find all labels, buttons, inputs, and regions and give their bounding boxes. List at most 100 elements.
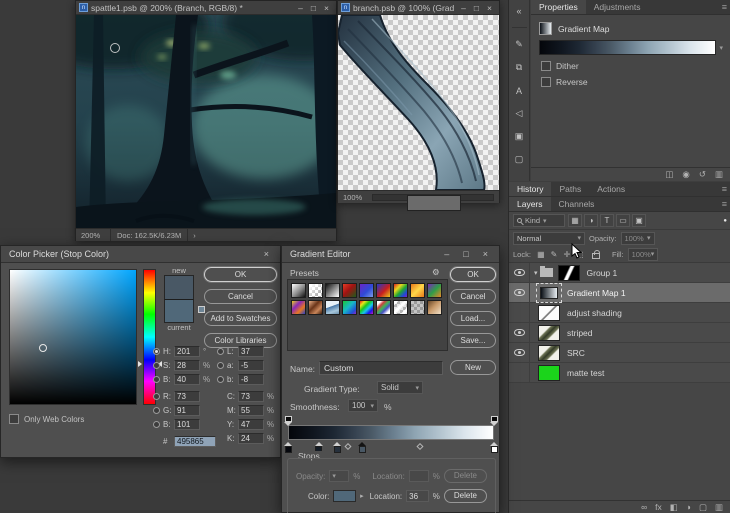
gradient-preset-spectrum-diagonal[interactable] [393, 283, 408, 298]
filter-pixel-layers-icon[interactable]: ▦ [568, 214, 582, 227]
tab-channels[interactable]: Channels [551, 197, 603, 211]
gradient-preset-chrome[interactable] [325, 300, 340, 315]
maximize-icon[interactable]: □ [307, 3, 320, 13]
gradient-preview[interactable] [539, 40, 717, 55]
clip-to-layer-icon[interactable]: ◫ [665, 169, 673, 180]
group-mask-thumbnail[interactable] [557, 264, 580, 281]
lock-all-icon[interactable] [590, 248, 602, 260]
gradient-preset-black-to-white[interactable] [325, 283, 340, 298]
layer-thumbnail[interactable] [538, 324, 560, 341]
opacity-stop[interactable] [284, 416, 292, 426]
panel-menu-icon[interactable]: ≡ [718, 0, 730, 14]
gear-icon[interactable]: ⚙ [432, 267, 440, 278]
close-icon[interactable]: × [480, 249, 491, 259]
collapse-panels-icon[interactable]: « [511, 2, 528, 19]
layer-style-icon[interactable]: fx [655, 502, 662, 512]
field-radio[interactable] [153, 376, 160, 383]
field-value-input[interactable]: -8 [238, 374, 264, 385]
color-stop[interactable] [358, 442, 367, 453]
saturation-field[interactable] [9, 269, 137, 405]
field-radio[interactable] [153, 421, 160, 428]
field-value-input[interactable]: 101 [174, 419, 200, 430]
layer-thumbnail[interactable] [538, 304, 560, 321]
link-layers-icon[interactable]: ∞ [641, 502, 647, 512]
field-value-input[interactable]: -5 [238, 360, 264, 371]
field-radio[interactable] [153, 348, 160, 355]
color-field-marker[interactable] [38, 343, 47, 352]
libraries-panel-icon[interactable]: ▣ [511, 128, 528, 145]
field-value-input[interactable]: 73 [238, 391, 264, 402]
tab-history[interactable]: History [509, 182, 552, 196]
field-radio[interactable] [153, 362, 160, 369]
layer-row-matte-test[interactable]: matte test [509, 363, 730, 383]
layer-thumbnail[interactable] [538, 364, 560, 381]
panel-menu-icon[interactable]: ≡ [718, 197, 730, 211]
gradient-preset-violet-to-orange[interactable] [359, 283, 374, 298]
toggle-visibility-icon[interactable]: ◉ [682, 169, 689, 180]
new-gradient-button[interactable]: New [450, 360, 496, 375]
field-radio[interactable] [153, 407, 160, 414]
reset-icon[interactable]: ↺ [699, 169, 706, 180]
midpoint-diamond[interactable] [344, 442, 352, 451]
field-value-input[interactable]: 28 [174, 360, 200, 371]
add-mask-icon[interactable]: ◧ [670, 502, 678, 513]
gradient-preset-copper[interactable] [308, 300, 323, 315]
group-expand-icon[interactable]: ▾ [534, 269, 538, 277]
filter-kind-dropdown[interactable]: Kind ▾ [513, 214, 565, 227]
opacity-stop[interactable] [490, 416, 498, 426]
gradient-preset-spectrum[interactable] [359, 300, 374, 315]
window1-titlebar[interactable]: n spattle1.psb @ 200% (Branch, RGB/8) * … [76, 1, 336, 15]
tab-paths[interactable]: Paths [551, 182, 589, 196]
ok-button[interactable]: OK [204, 267, 277, 282]
gradient-preset-foreground-to-background[interactable] [291, 283, 306, 298]
triangle-right-icon[interactable]: ▸ [360, 492, 364, 500]
character-panel-icon[interactable]: A [511, 82, 528, 99]
add-to-swatches-button[interactable]: Add to Swatches [204, 311, 277, 326]
cancel-button[interactable]: Cancel [450, 289, 496, 304]
gradient-preset-yellow-violet-orange-blue[interactable] [291, 300, 306, 315]
field-radio[interactable] [153, 393, 160, 400]
gradient-type-dropdown[interactable]: Solid ▾ [377, 381, 423, 394]
tab-actions[interactable]: Actions [589, 182, 633, 196]
scrollbar-thumb[interactable] [406, 194, 461, 211]
gradient-bar[interactable] [288, 425, 494, 440]
clone-source-panel-icon[interactable]: ⧉ [511, 59, 528, 76]
gradient-preset-neutral-density[interactable] [427, 300, 442, 315]
only-web-colors-checkbox[interactable] [9, 414, 19, 424]
filter-adjustment-layers-icon[interactable]: ◑ [584, 214, 598, 227]
color-stop[interactable] [284, 442, 292, 453]
field-value-input[interactable]: 55 [238, 405, 264, 416]
delete-adjustment-icon[interactable]: ▥ [715, 169, 723, 180]
branch-canvas[interactable] [338, 15, 499, 190]
panel-menu-icon[interactable]: ≡ [718, 182, 730, 196]
gradient-preset-foreground-to-transparent[interactable] [308, 283, 323, 298]
layer-visibility-toggle[interactable] [509, 323, 530, 342]
layer-row-adjust-shading[interactable]: adjust shading [509, 303, 730, 323]
gradient-name-input[interactable]: Custom [319, 361, 443, 375]
maximize-icon[interactable]: □ [460, 249, 471, 259]
horizontal-scrollbar[interactable] [372, 193, 494, 211]
gradient-preset-transparent-checker[interactable] [410, 300, 425, 315]
field-value-input[interactable]: 73 [174, 391, 200, 402]
ok-button[interactable]: OK [450, 267, 496, 282]
smoothness-field[interactable]: 100 ▾ [348, 399, 378, 412]
layer-thumbnail[interactable] [538, 344, 560, 361]
chevron-down-icon[interactable]: ▾ [719, 44, 723, 52]
field-radio[interactable] [217, 362, 224, 369]
layer-visibility-toggle[interactable] [509, 283, 530, 302]
opacity-field[interactable]: 100% ▾ [620, 231, 655, 245]
delete-color-stop-button[interactable]: Delete [443, 489, 487, 503]
field-radio[interactable] [217, 376, 224, 383]
tab-properties[interactable]: Properties [531, 0, 586, 14]
field-radio[interactable] [217, 348, 224, 355]
delete-layer-icon[interactable]: ▥ [715, 502, 723, 513]
maximize-icon[interactable]: □ [470, 3, 483, 13]
brush-settings-panel-icon[interactable]: ✎ [511, 36, 528, 53]
lock-pixels-icon[interactable]: ✎ [548, 248, 560, 260]
layer-row-striped[interactable]: striped [509, 323, 730, 343]
field-value-input[interactable]: 37 [238, 346, 264, 357]
zoom-level-field[interactable]: 200% [81, 231, 105, 240]
field-value-input[interactable]: 40 [174, 374, 200, 385]
color-stop[interactable] [490, 442, 498, 453]
minimize-icon[interactable]: – [294, 3, 307, 13]
